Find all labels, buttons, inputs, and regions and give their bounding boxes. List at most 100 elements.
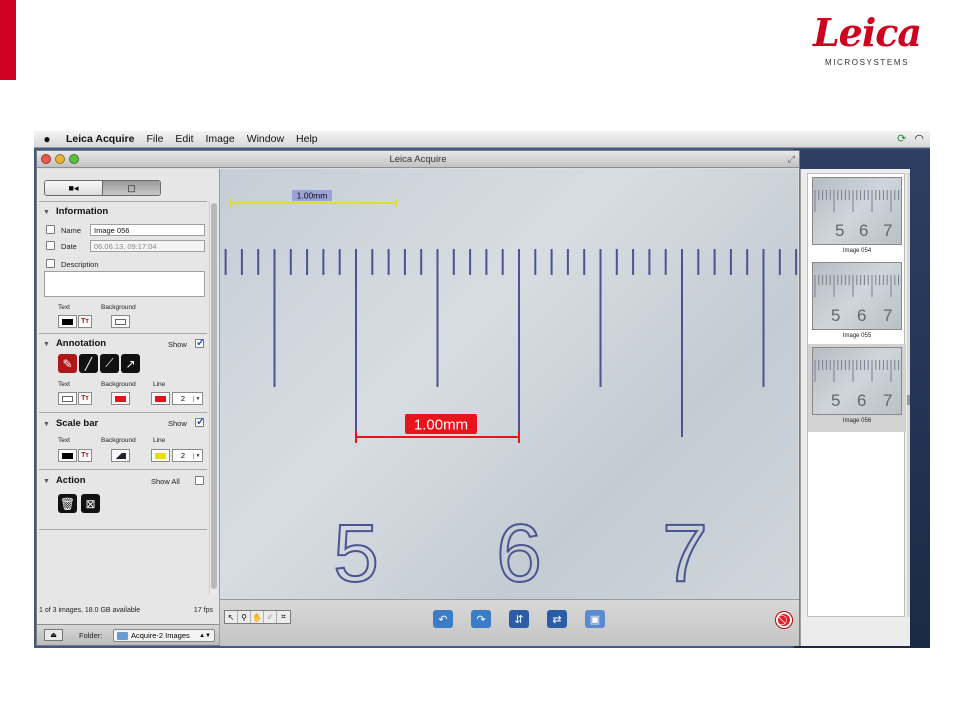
date-label: Date (61, 242, 77, 251)
svg-text:6: 6 (857, 306, 866, 325)
flip-vertical-button[interactable]: ⇵ (509, 610, 529, 628)
font-icon: Tт (81, 318, 89, 325)
scalebar-line-width-stepper[interactable]: 2 ▼ (172, 449, 203, 462)
clear-annotations-button[interactable]: ⊠ (81, 494, 100, 513)
stepper-down-icon[interactable]: ▼ (193, 452, 202, 459)
svg-text:5: 5 (831, 306, 840, 325)
folder-bar: ⏏ Folder: Acquire-2 Images ▲▼ (37, 624, 219, 645)
eyedropper-icon[interactable]: ✐ (264, 611, 277, 623)
menu-window[interactable]: Window (241, 133, 290, 145)
folder-label: Folder: (79, 631, 103, 640)
wifi-icon[interactable]: ◠ (914, 132, 924, 145)
divider (39, 333, 207, 334)
annotation-label[interactable]: 1.00mm (414, 417, 468, 434)
thumbnail-scrollbar-thumb[interactable] (907, 395, 910, 405)
svg-text:7: 7 (883, 221, 892, 240)
pan-hand-icon[interactable]: ✋ (251, 611, 264, 623)
image-view[interactable]: 1.00mm 1.00mm 5 6 7 (220, 169, 798, 599)
delete-annotation-button[interactable]: 🗑 (58, 494, 77, 513)
apple-menu-icon[interactable]: ● (34, 132, 60, 146)
rotate-left-button[interactable]: ↶ (433, 610, 453, 628)
line-tool-button[interactable]: ╱ (79, 354, 98, 373)
thumbnail-caption: Image 056 (842, 418, 872, 424)
annotation-line-width-stepper[interactable]: 2 ▼ (172, 392, 203, 405)
info-text-color-swatch[interactable] (58, 315, 77, 328)
arrow-tool-button[interactable]: ↗ (121, 354, 140, 373)
menu-edit[interactable]: Edit (169, 133, 199, 145)
ruler-number-5: 5 (333, 508, 379, 599)
thumbnail-caption: Image 054 (842, 248, 872, 254)
annotation-font-button[interactable]: Tт (78, 392, 92, 405)
fullscreen-icon[interactable]: ⤢ (788, 154, 795, 165)
menu-help[interactable]: Help (290, 133, 324, 145)
crop-frame-icon: ▣ (589, 613, 601, 626)
svg-text:6: 6 (857, 391, 866, 410)
folder-select[interactable]: Acquire-2 Images ▲▼ (113, 629, 215, 642)
scalebar-font-button[interactable]: Tт (78, 449, 92, 462)
scalebar-show-checkbox[interactable] (195, 415, 205, 428)
info-background-color-swatch[interactable] (111, 315, 130, 328)
dimension-tool-button[interactable]: ⟋ (100, 354, 119, 373)
stepper-down-icon[interactable]: ▼ (193, 395, 202, 402)
annotation-text-label: Text (58, 381, 70, 388)
live-mode-tab[interactable]: ■◂ (45, 181, 103, 195)
stop-button[interactable]: ⃠ (776, 612, 792, 628)
select-arrow-icon[interactable]: ↖ (225, 611, 238, 623)
image-count-status: 1 of 3 images, 18.0 GB available (39, 607, 141, 614)
description-field[interactable] (44, 271, 205, 297)
rotate-right-button[interactable]: ↷ (471, 610, 491, 628)
thumbnail-image: 567 (812, 347, 902, 415)
window-title: Leica Acquire (389, 154, 447, 165)
thumbnail-item[interactable]: 567 Image 054 (808, 174, 906, 262)
panel-scrollbar[interactable] (209, 201, 217, 594)
scalebar-header[interactable]: ▼ Scale bar (43, 418, 98, 429)
scalebar-label[interactable]: 1.00mm (297, 191, 328, 201)
menu-app[interactable]: Leica Acquire (60, 133, 140, 145)
gallery-mode-tab[interactable]: ▢ (103, 181, 160, 195)
crop-icon[interactable]: ⌗ (277, 611, 290, 623)
title-bar[interactable]: Leica Acquire ⤢ (37, 151, 799, 168)
menu-image[interactable]: Image (200, 133, 241, 145)
menu-file[interactable]: File (140, 133, 169, 145)
scalebar-line-color-swatch[interactable] (151, 449, 170, 462)
name-checkbox[interactable] (46, 225, 55, 234)
zoom-icon[interactable]: ⚲ (238, 611, 251, 623)
annotation-background-color-swatch[interactable] (111, 392, 130, 405)
disclosure-triangle-icon: ▼ (43, 478, 50, 485)
info-font-button[interactable]: Tт (78, 315, 92, 328)
info-text-label: Text (58, 304, 70, 311)
annotation-line-color-swatch[interactable] (151, 392, 170, 405)
information-header[interactable]: ▼ Information (43, 206, 108, 217)
svg-text:5: 5 (831, 391, 840, 410)
ruler-number-6: 6 (496, 508, 542, 599)
thumbnail-item-selected[interactable]: 567 Image 056 (808, 344, 906, 432)
annotation-text-color-swatch[interactable] (58, 392, 77, 405)
mac-screen: ● Leica Acquire File Edit Image Window H… (34, 131, 930, 648)
scalebar-line-label: Line (153, 437, 166, 444)
scalebar-text-color-swatch[interactable] (58, 449, 77, 462)
panel-scrollbar-thumb[interactable] (211, 203, 217, 589)
thumbnail-item[interactable]: 567 Image 055 (808, 259, 906, 347)
crop-image-button[interactable]: ▣ (585, 610, 605, 628)
description-checkbox[interactable] (46, 259, 55, 268)
trash-icon: 🗑 (59, 496, 76, 511)
svg-text:7: 7 (883, 306, 892, 325)
date-checkbox[interactable] (46, 241, 55, 250)
status-bar: 1 of 3 images, 18.0 GB available 17 fps (39, 607, 217, 614)
thumbnail-scrollbar[interactable] (907, 173, 910, 617)
annotation-header[interactable]: ▼ Annotation (43, 338, 106, 349)
action-show-all-checkbox[interactable] (195, 476, 204, 485)
sync-icon[interactable]: ⟳ (897, 132, 906, 145)
line-icon: ╱ (84, 356, 93, 371)
name-field[interactable]: Image 056 (90, 224, 205, 236)
action-header[interactable]: ▼ Action (43, 475, 86, 486)
scalebar-background-color-swatch[interactable] (111, 449, 130, 462)
annotation-show-checkbox[interactable] (195, 336, 205, 349)
rotate-left-icon: ↶ (438, 613, 448, 626)
up-down-arrows-icon: ▲▼ (199, 632, 211, 639)
eject-button[interactable]: ⏏ (44, 629, 63, 641)
freehand-tool-button[interactable]: ✎ (58, 354, 77, 373)
flip-horizontal-button[interactable]: ⇄ (547, 610, 567, 628)
video-camera-icon: ■◂ (68, 182, 79, 193)
date-field[interactable]: 06.06.13, 09:17:04 (90, 240, 205, 252)
